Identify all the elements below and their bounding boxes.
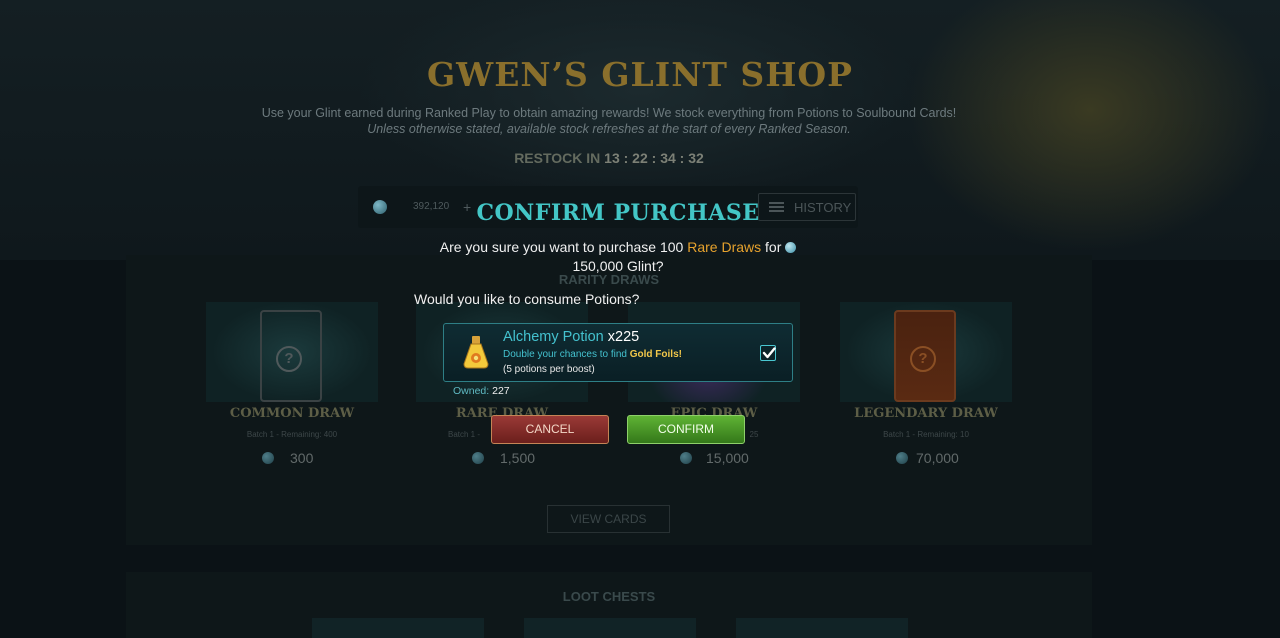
potion-rule: (5 potions per boost) — [503, 364, 595, 375]
glint-icon — [785, 242, 797, 253]
cancel-button[interactable]: CANCEL — [491, 415, 609, 444]
question-prefix: Are you sure you want to purchase 100 — [439, 239, 684, 255]
potion-desc-highlight: Gold Foils! — [629, 349, 682, 360]
potion-name: Alchemy Potion — [503, 329, 604, 345]
purchase-amount: 150,000 Glint? — [572, 258, 664, 274]
checkmark-icon — [762, 347, 776, 359]
potions-owned: Owned: 227 — [453, 385, 510, 397]
owned-label: Owned: — [453, 385, 490, 397]
owned-value: 227 — [492, 385, 510, 397]
potion-option[interactable]: Alchemy Potion x225 Double your chances … — [443, 323, 793, 382]
consume-potions-question: Would you like to consume Potions? — [414, 291, 640, 307]
potion-description: Double your chances to find Gold Foils! — [503, 349, 682, 360]
question-for: for — [765, 239, 782, 255]
question-item: Rare Draws — [687, 239, 762, 255]
purchase-question: Are you sure you want to purchase 100 Ra… — [0, 239, 1236, 255]
potion-quantity: x225 — [607, 329, 640, 345]
potion-desc-text: Double your chances to find — [503, 349, 627, 360]
modal-title: CONFIRM PURCHASE — [476, 200, 760, 226]
consume-potion-checkbox[interactable] — [760, 345, 776, 361]
potion-title: Alchemy Potion x225 — [503, 329, 639, 345]
confirm-purchase-modal: CONFIRM PURCHASE Are you sure you want t… — [0, 0, 1280, 638]
potion-icon — [463, 336, 489, 369]
confirm-button[interactable]: CONFIRM — [627, 415, 745, 444]
